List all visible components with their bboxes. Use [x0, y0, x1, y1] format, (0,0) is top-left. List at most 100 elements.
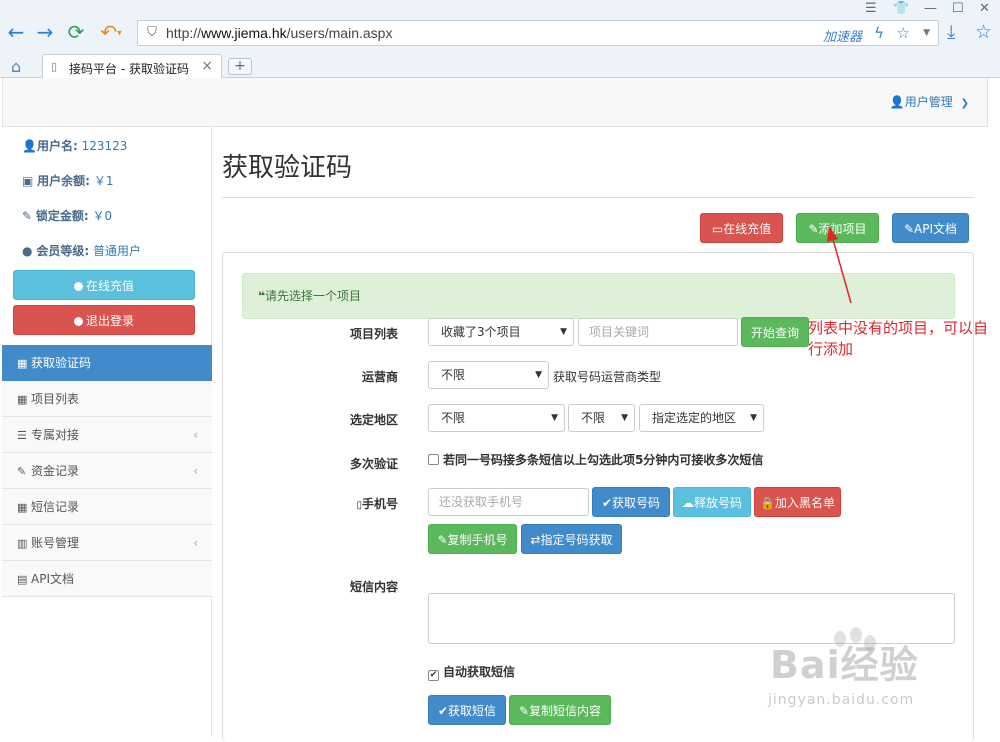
skin-icon[interactable]: 👕: [893, 1, 909, 16]
apple-icon: ●: [22, 244, 33, 258]
annotation-text: 列表中没有的项目，可以自行添加: [808, 319, 989, 358]
dropdown-icon[interactable]: ▼: [923, 28, 930, 38]
tab-close-icon[interactable]: ×: [201, 58, 213, 74]
sidebar-item-dedicated[interactable]: ☰ 专属对接 ‹: [2, 417, 212, 453]
caret-down-icon: ▼: [750, 413, 757, 423]
home-icon[interactable]: ⌂: [11, 57, 21, 76]
star-icon[interactable]: ☆: [897, 24, 910, 42]
chevron-left-icon: ‹: [193, 428, 198, 442]
sidebar-item-funds[interactable]: ✎ 资金记录 ‹: [2, 453, 212, 489]
caret-down-icon: ▼: [551, 413, 558, 423]
grid-icon: ▦: [17, 357, 28, 370]
caret-down-icon: ▼: [535, 370, 542, 380]
browser-tab[interactable]: ▯ 接码平台 - 获取验证码 ×: [42, 54, 222, 79]
sidebar-item-account[interactable]: ▥ 账号管理 ‹: [2, 525, 212, 561]
cloud-upload-icon: ☁: [681, 496, 694, 510]
undo-icon[interactable]: ↶▾: [96, 21, 126, 43]
level-row: ● 会员等级: 普通用户: [22, 244, 141, 258]
keyword-input[interactable]: 项目关键词: [578, 318, 738, 346]
page-icon: ▯: [51, 60, 58, 73]
chevron-down-icon: ❯: [960, 98, 969, 109]
recharge-top-button[interactable]: ▭在线充值: [700, 213, 783, 243]
user-menu[interactable]: 👤用户管理 ❯: [890, 93, 969, 110]
new-tab-button[interactable]: +: [228, 58, 252, 75]
check-icon: ✔: [601, 496, 613, 510]
release-number-button[interactable]: ☁释放号码: [673, 487, 751, 517]
operator-select[interactable]: 不限 ▼: [428, 361, 549, 389]
project-label: 项目列表: [349, 327, 398, 341]
sidebar-menu: ▦ 获取验证码 ▦ 项目列表 ☰ 专属对接 ‹ ✎ 资金记录 ‹ ▦ 短信记录 ▥ 账号管理…: [2, 345, 212, 597]
laptop-icon: ▭: [711, 222, 724, 236]
sidebar-item-sms-records[interactable]: ▦ 短信记录: [2, 489, 212, 525]
shield-icon: ⛉: [147, 25, 157, 40]
swap-icon: ⇄: [530, 533, 541, 547]
menu-icon[interactable]: ☰: [865, 1, 877, 16]
get-sms-button[interactable]: ✔获取短信: [428, 695, 506, 725]
copy-phone-button[interactable]: ✎复制手机号: [428, 524, 517, 554]
api-docs-button[interactable]: ✎API文档: [892, 213, 969, 243]
tab-title: 接码平台 - 获取验证码: [69, 62, 189, 76]
quote-icon: ❝: [258, 289, 266, 303]
logout-button[interactable]: 退出登录: [13, 305, 195, 335]
add-project-button[interactable]: ✎添加项目: [796, 213, 879, 243]
url-text[interactable]: http://www.jiema.hk/users/main.aspx: [166, 25, 392, 41]
favorites-icon[interactable]: ☆: [975, 21, 992, 43]
locked-row: ✎ 锁定金额: ￥0: [22, 209, 113, 223]
region-label: 选定地区: [349, 413, 398, 427]
forward-icon[interactable]: →: [34, 21, 56, 43]
refresh-icon[interactable]: ⟳: [65, 21, 87, 43]
project-select[interactable]: 收藏了3个项目 ▼: [428, 318, 574, 346]
copy-sms-button[interactable]: ✎复制短信内容: [509, 695, 611, 725]
back-icon[interactable]: ←: [5, 21, 27, 43]
sidebar-item-api-docs[interactable]: ▤ API文档: [2, 561, 212, 597]
chevron-left-icon: ‹: [193, 464, 198, 478]
get-number-button[interactable]: ✔获取号码: [592, 487, 670, 517]
download-icon[interactable]: ⤓: [947, 21, 955, 43]
assign-number-button[interactable]: ⇄指定号码获取: [521, 524, 622, 554]
pencil-icon: ✎: [17, 465, 27, 478]
chart-icon: ▥: [17, 537, 28, 550]
operator-label: 运营商: [361, 370, 398, 384]
circle-icon: [73, 317, 83, 326]
checkbox-unchecked-icon: [428, 454, 439, 465]
recharge-button[interactable]: 在线充值: [13, 270, 195, 300]
edit-icon: ✎: [808, 222, 819, 236]
edit-icon: ✎: [518, 704, 530, 718]
maximize-icon[interactable]: ☐: [952, 1, 964, 16]
minimize-icon[interactable]: —: [924, 1, 937, 16]
region-select-city[interactable]: 不限 ▼: [568, 404, 635, 432]
check-icon: ✔: [437, 704, 449, 718]
money-icon: ▣: [22, 174, 34, 188]
checkbox-checked-icon: ✔: [428, 670, 439, 681]
user-icon: 👤: [22, 139, 37, 153]
user-icon: 👤: [889, 95, 905, 109]
browser-chrome: ☰ 👕 — ☐ ✕ ← → ⟳ ↶▾ ⛉ http://www.jiema.hk…: [0, 0, 1000, 79]
accelerator-label[interactable]: 加速器: [823, 26, 862, 45]
sidebar-item-project-list[interactable]: ▦ 项目列表: [2, 381, 212, 417]
flash-icon[interactable]: ϟ: [874, 24, 884, 42]
phone-input[interactable]: 还没获取手机号: [428, 488, 589, 516]
sidebar-item-get-code[interactable]: ▦ 获取验证码: [2, 345, 212, 381]
caret-down-icon: ▼: [621, 413, 628, 423]
grid-icon: ▦: [17, 501, 28, 514]
edit-icon: ✎: [437, 533, 448, 547]
info-alert: ❝请先选择一个项目: [242, 273, 955, 319]
tab-strip: ⌂ ▯ 接码平台 - 获取验证码 × +: [0, 52, 1000, 79]
chevron-left-icon: ‹: [193, 536, 198, 550]
top-navbar: 👤用户管理 ❯: [2, 78, 988, 127]
balance-row: ▣ 用户余额: ￥1: [22, 174, 114, 188]
region-select-province[interactable]: 不限 ▼: [428, 404, 565, 432]
address-bar[interactable]: ⛉ http://www.jiema.hk/users/main.aspx 加速…: [137, 20, 939, 46]
region-select-mode[interactable]: 指定选定的地区 ▼: [639, 404, 764, 432]
close-window-icon[interactable]: ✕: [979, 1, 990, 16]
phone-label: ▯手机号: [356, 497, 398, 511]
username-row: 👤用户名: 123123: [22, 139, 128, 153]
blacklist-button[interactable]: 🔒加入黑名单: [754, 487, 841, 517]
query-button[interactable]: 开始查询: [741, 317, 809, 347]
page-title: 获取验证码: [222, 153, 353, 183]
auto-sms-checkbox[interactable]: ✔ 自动获取短信: [428, 663, 515, 681]
multi-verify-label: 多次验证: [349, 457, 398, 471]
watermark-brand: Bai经验: [770, 643, 919, 687]
grid-icon: ▦: [17, 393, 28, 406]
multi-verify-checkbox[interactable]: 若同一号码接多条短信以上勾选此项5分钟内可接收多次短信: [428, 451, 763, 468]
